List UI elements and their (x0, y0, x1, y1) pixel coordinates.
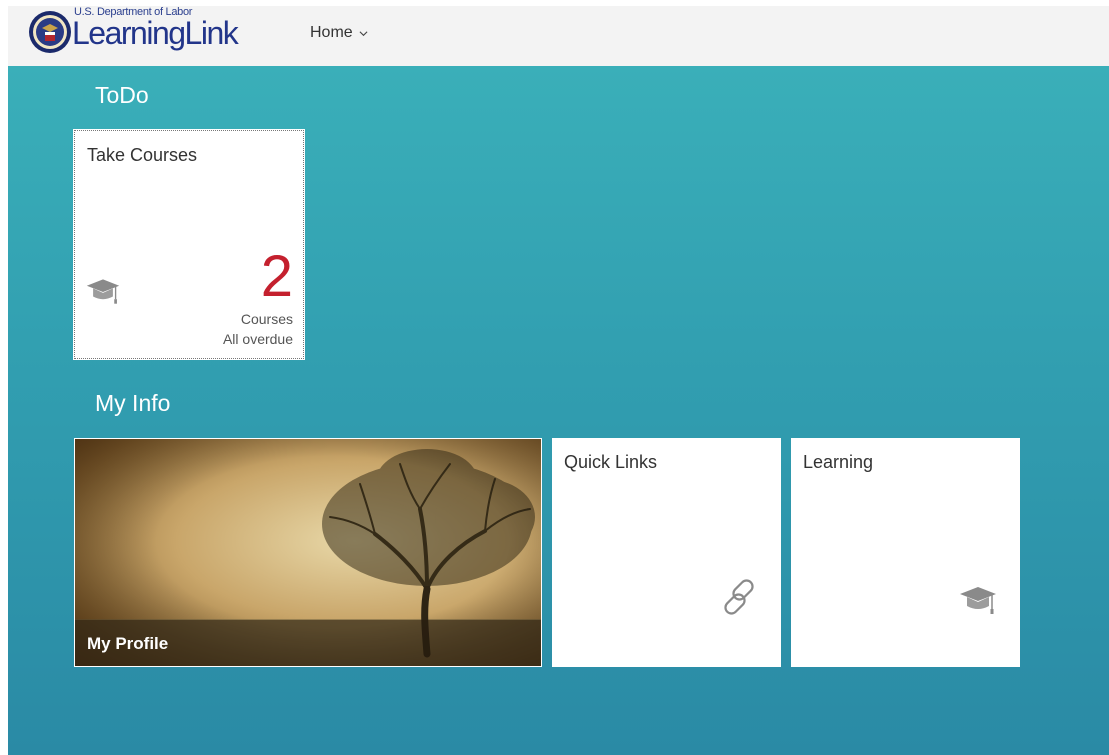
learninglink-logo[interactable]: U.S. Department of Labor LearningLink (28, 6, 239, 58)
section-title-my-info: My Info (95, 390, 171, 416)
learning-tile[interactable]: Learning (791, 438, 1020, 667)
my-profile-tile[interactable]: My Profile (74, 438, 542, 667)
home-page-content: ToDo Take Courses 2 Courses All overdue … (8, 66, 1109, 755)
app-header: U.S. Department of Labor LearningLink Ho… (8, 6, 1109, 66)
quick-links-tile[interactable]: Quick Links (552, 438, 781, 667)
courses-count: 2 (260, 244, 293, 309)
courses-count-unit: Courses (240, 311, 293, 327)
graduation-cap-icon (86, 279, 120, 304)
take-courses-title: Take Courses (87, 145, 198, 165)
graduation-cap-icon (960, 587, 996, 614)
take-courses-tile[interactable]: Take Courses 2 Courses All overdue (73, 129, 305, 360)
my-profile-label: My Profile (87, 634, 169, 653)
dol-seal-icon (29, 11, 71, 53)
chevron-down-icon (359, 30, 368, 36)
quick-links-title: Quick Links (564, 452, 658, 472)
home-menu-button[interactable]: Home (310, 24, 368, 42)
learning-title: Learning (803, 452, 874, 472)
home-menu-label: Home (310, 24, 353, 41)
link-icon (724, 579, 754, 615)
section-title-todo: ToDo (95, 82, 149, 108)
logo-product-name: LearningLink (72, 15, 239, 51)
courses-status-note: All overdue (222, 331, 293, 347)
